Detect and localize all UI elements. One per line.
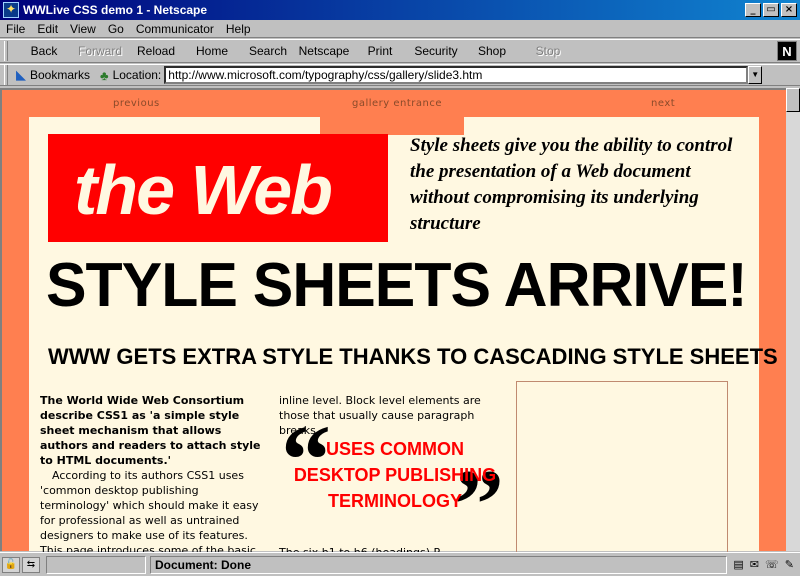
logo-text: the Web (74, 151, 333, 229)
menu-edit[interactable]: Edit (31, 22, 64, 36)
security-lock-icon[interactable]: 🔓 (2, 556, 20, 573)
print-button[interactable]: Print (352, 44, 408, 58)
slide-navigation: previous gallery entrance next (2, 98, 786, 112)
menu-view[interactable]: View (64, 22, 102, 36)
url-field[interactable]: http://www.microsoft.com/typography/css/… (164, 66, 749, 84)
article-column-1: The World Wide Web Consortium describe C… (40, 393, 270, 558)
stop-button[interactable]: Stop (520, 44, 576, 58)
vertical-scrollbar[interactable] (786, 88, 800, 551)
netscape-button[interactable]: Netscape (296, 44, 352, 58)
status-bar: 🔓 ⇆ Document: Done ▤ ✉ ☏ ✎ (0, 552, 800, 576)
navigator-icon[interactable]: ▤ (733, 558, 743, 571)
navigation-toolbar: Back Forward Reload Home Search Netscape… (0, 39, 800, 63)
location-toolbar: ◣ Bookmarks ♣ Location: http://www.micro… (0, 64, 800, 86)
url-dropdown-icon[interactable]: ▼ (748, 66, 763, 84)
window-title: WWLive CSS demo 1 - Netscape (23, 3, 208, 17)
discussions-icon[interactable]: ☏ (765, 558, 779, 571)
home-button[interactable]: Home (184, 44, 240, 58)
page-proxy-icon[interactable]: ♣ (100, 68, 109, 83)
netscape-logo-icon: N (777, 41, 797, 61)
next-link[interactable]: next (651, 98, 675, 109)
bookmarks-button[interactable]: Bookmarks (30, 68, 90, 82)
back-button[interactable]: Back (16, 44, 72, 58)
netscape-app-icon[interactable] (3, 2, 19, 18)
security-button[interactable]: Security (408, 44, 464, 58)
menu-file[interactable]: File (0, 22, 31, 36)
location-label: Location: (112, 68, 162, 82)
forward-button[interactable]: Forward (72, 44, 128, 58)
menu-communicator[interactable]: Communicator (130, 22, 220, 36)
scrollbar-thumb[interactable] (786, 88, 800, 112)
search-button[interactable]: Search (240, 44, 296, 58)
menu-bar: File Edit View Go Communicator Help (0, 20, 800, 38)
headline: STYLE SHEETS ARRIVE! (46, 251, 748, 320)
progress-bar (46, 555, 146, 574)
sidebar-box (516, 381, 728, 561)
mail-icon[interactable]: ✉ (750, 558, 759, 571)
status-text: Document: Done (150, 555, 728, 574)
online-status-icon[interactable]: ⇆ (22, 556, 40, 573)
component-bar: ▤ ✉ ☏ ✎ (733, 558, 794, 571)
minimize-button[interactable]: _ (745, 3, 761, 17)
reload-button[interactable]: Reload (128, 44, 184, 58)
composer-icon[interactable]: ✎ (785, 558, 794, 571)
location-grip[interactable] (4, 65, 8, 85)
shop-button[interactable]: Shop (464, 44, 520, 58)
gallery-entrance-link[interactable]: gallery entrance (352, 98, 442, 109)
close-button[interactable]: × (781, 3, 797, 17)
menu-help[interactable]: Help (220, 22, 257, 36)
article-body: According to its authors CSS1 uses 'comm… (40, 469, 259, 557)
the-web-logo: the Web (48, 134, 388, 242)
subheadline: WWW GETS EXTRA STYLE THANKS TO CASCADING… (48, 344, 778, 369)
previous-link[interactable]: previous (113, 98, 160, 109)
article-lead: The World Wide Web Consortium describe C… (40, 394, 261, 467)
maximize-button[interactable]: ▭ (763, 3, 779, 17)
pull-quote: USES COMMON DESKTOP PUBLISHING TERMINOLO… (293, 439, 497, 511)
tagline: Style sheets give you the ability to con… (410, 135, 733, 234)
window-controls: _ ▭ × (745, 3, 797, 17)
bookmarks-icon[interactable]: ◣ (16, 67, 26, 83)
title-bar: WWLive CSS demo 1 - Netscape _ ▭ × (0, 0, 800, 20)
toolbar-grip[interactable] (4, 41, 8, 61)
menu-go[interactable]: Go (102, 22, 130, 36)
